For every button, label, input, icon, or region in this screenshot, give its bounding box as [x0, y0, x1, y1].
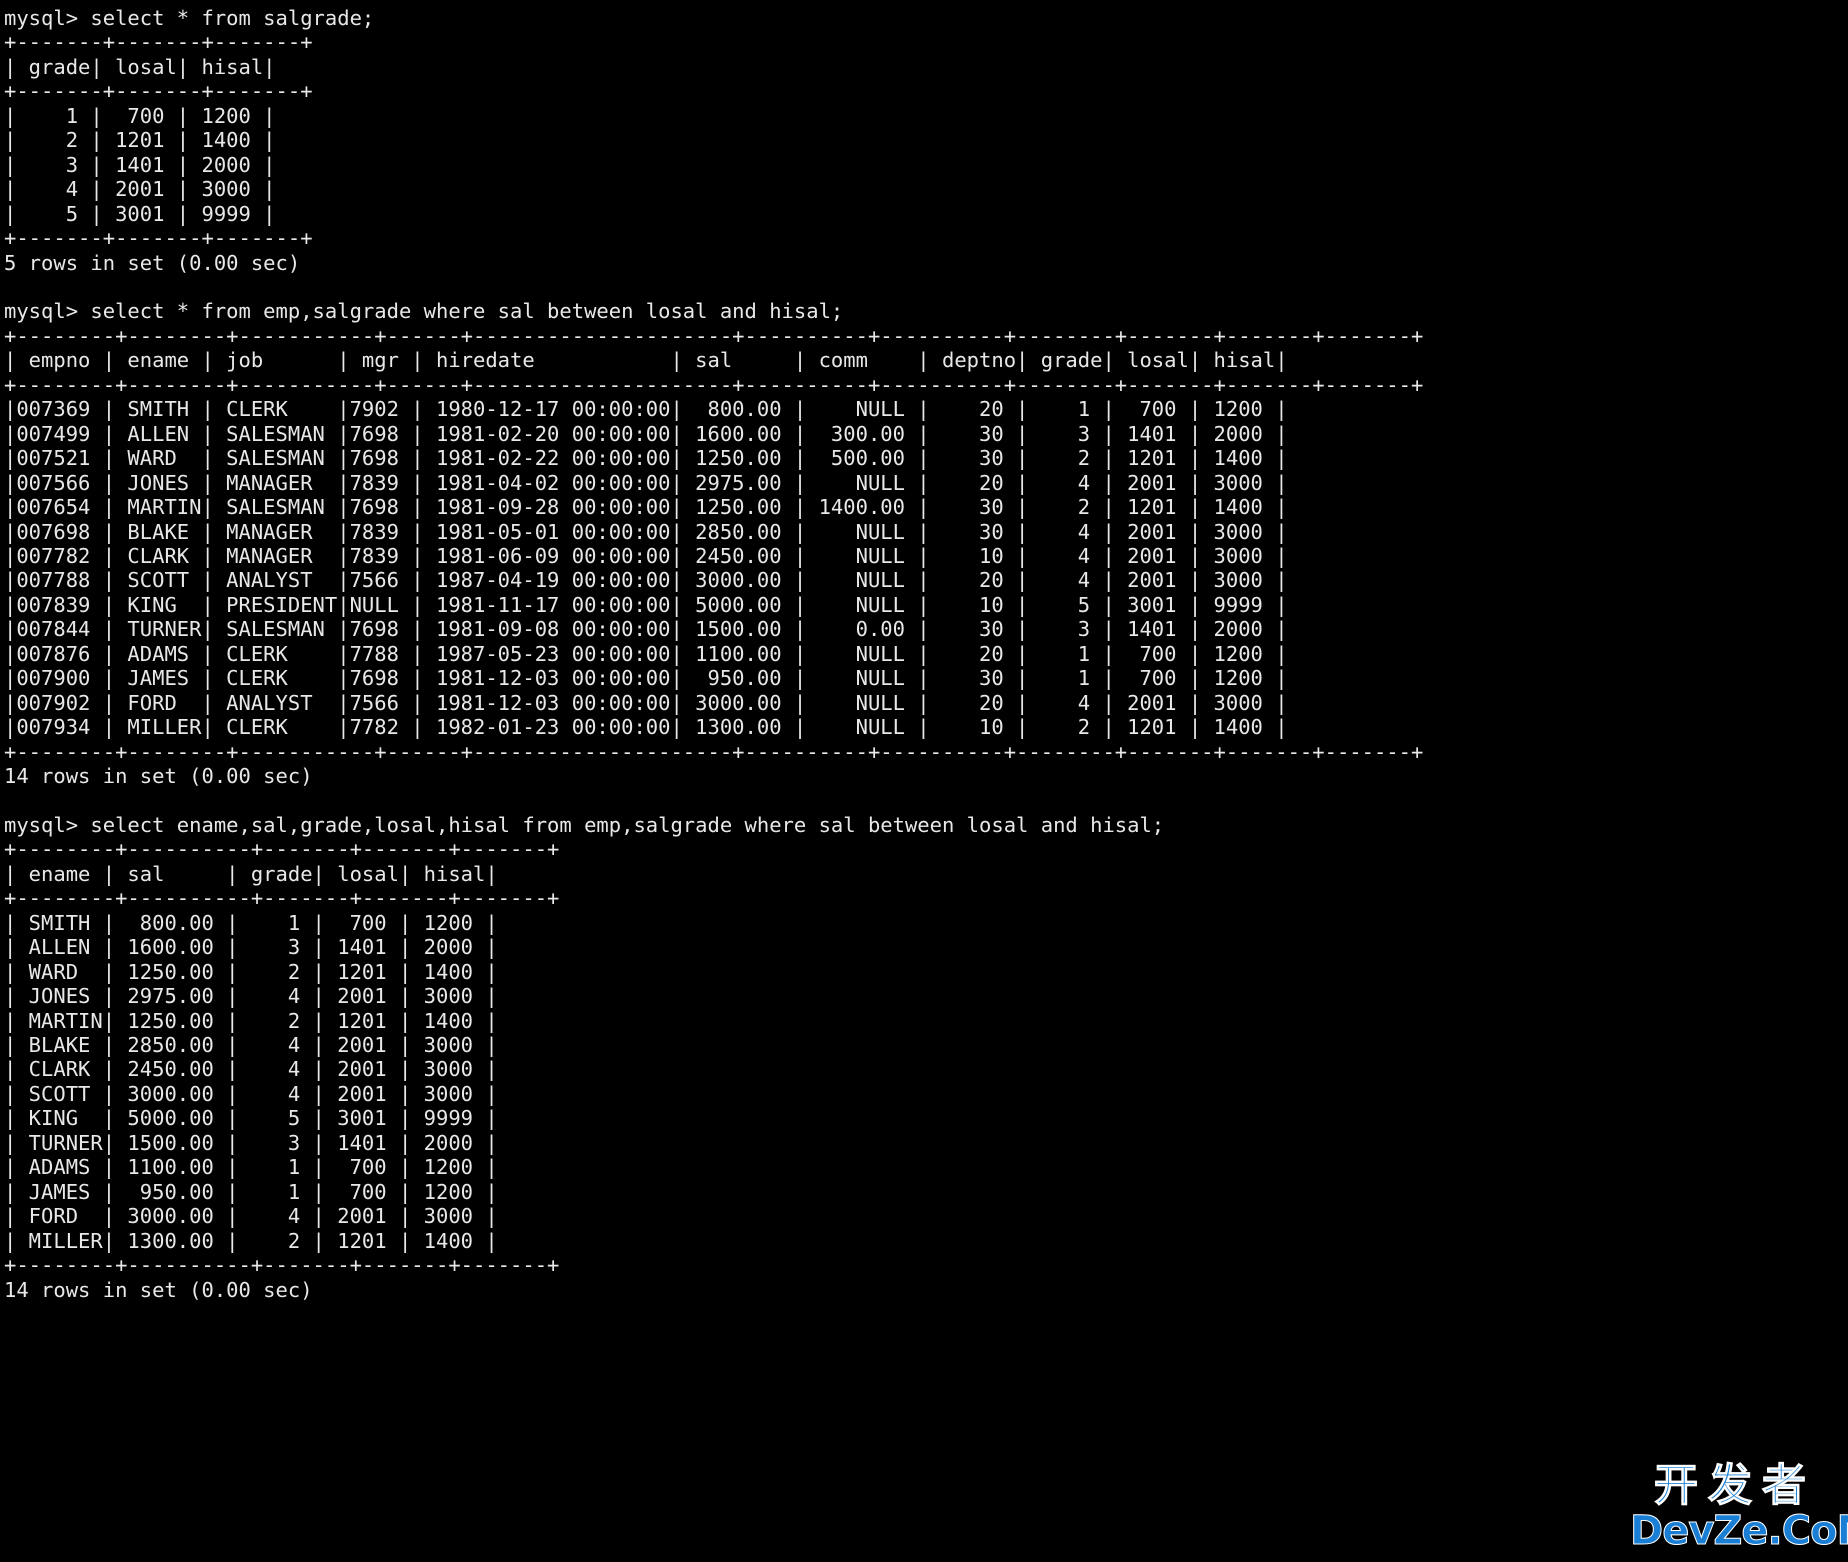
table-rule: +--------+----------+-------+-------+---… [4, 886, 560, 911]
table-row: | FORD | 3000.00 | 4 | 2001 | 3000 | [4, 1204, 498, 1229]
terminal-output: mysql> select * from salgrade; +-------+-… [0, 0, 1848, 1562]
table-row: |007499 | ALLEN | SALESMAN |7698 | 1981-… [4, 421, 1288, 446]
table-row: | ALLEN | 1600.00 | 3 | 1401 | 2000 | [4, 935, 498, 960]
table-row: | MARTIN| 1250.00 | 2 | 1201 | 1400 | [4, 1008, 498, 1033]
result-footer: 5 rows in set (0.00 sec) [4, 250, 301, 275]
table-row: |007698 | BLAKE | MANAGER |7839 | 1981-0… [4, 519, 1288, 544]
table-row: | 1 | 700 | 1200 | [4, 103, 276, 128]
table-header-row: | empno | ename | job | mgr | hiredate |… [4, 348, 1288, 373]
table-row: |007566 | JONES | MANAGER |7839 | 1981-0… [4, 470, 1288, 495]
table-header-row: | ename | sal | grade| losal| hisal| [4, 861, 498, 886]
table-row: |007369 | SMITH | CLERK |7902 | 1980-12-… [4, 397, 1288, 422]
table-row: | ADAMS | 1100.00 | 1 | 700 | 1200 | [4, 1155, 498, 1180]
table-row: | 5 | 3001 | 9999 | [4, 201, 276, 226]
table-rule: +--------+--------+-----------+------+--… [4, 372, 1424, 397]
table-header-row: | grade| losal| hisal| [4, 54, 276, 79]
table-row: |007521 | WARD | SALESMAN |7698 | 1981-0… [4, 446, 1288, 471]
table-rule: +-------+-------+-------+ [4, 79, 313, 104]
table-row: |007844 | TURNER| SALESMAN |7698 | 1981-… [4, 617, 1288, 642]
table-row: |007654 | MARTIN| SALESMAN |7698 | 1981-… [4, 495, 1288, 520]
table-rule: +--------+----------+-------+-------+---… [4, 1253, 560, 1278]
table-rule: +--------+----------+-------+-------+---… [4, 837, 560, 862]
table-row: | 4 | 2001 | 3000 | [4, 177, 276, 202]
table-row: | SMITH | 800.00 | 1 | 700 | 1200 | [4, 910, 498, 935]
table-row: |007788 | SCOTT | ANALYST |7566 | 1987-0… [4, 568, 1288, 593]
table-row: | KING | 5000.00 | 5 | 3001 | 9999 | [4, 1106, 498, 1131]
table-rule: +--------+--------+-----------+------+--… [4, 323, 1424, 348]
command-line: mysql> select ename,sal,grade,losal,hisa… [4, 812, 1165, 837]
table-row: |007782 | CLARK | MANAGER |7839 | 1981-0… [4, 543, 1288, 568]
table-row: | BLAKE | 2850.00 | 4 | 2001 | 3000 | [4, 1033, 498, 1058]
table-row: | 2 | 1201 | 1400 | [4, 128, 276, 153]
table-rule: +-------+-------+-------+ [4, 226, 313, 251]
table-row: |007902 | FORD | ANALYST |7566 | 1981-12… [4, 690, 1288, 715]
command-line: mysql> select * from salgrade; [4, 6, 375, 30]
table-row: |007900 | JAMES | CLERK |7698 | 1981-12-… [4, 666, 1288, 691]
table-row: | TURNER| 1500.00 | 3 | 1401 | 2000 | [4, 1130, 498, 1155]
table-row: |007934 | MILLER| CLERK |7782 | 1982-01-… [4, 715, 1288, 740]
table-row: | SCOTT | 3000.00 | 4 | 2001 | 3000 | [4, 1081, 498, 1106]
table-rule: +--------+--------+-----------+------+--… [4, 739, 1424, 764]
table-row: | WARD | 1250.00 | 2 | 1201 | 1400 | [4, 959, 498, 984]
table-row: |007876 | ADAMS | CLERK |7788 | 1987-05-… [4, 641, 1288, 666]
command-line: mysql> select * from emp,salgrade where … [4, 299, 844, 324]
table-row: | 3 | 1401 | 2000 | [4, 152, 276, 177]
table-rule: +-------+-------+-------+ [4, 30, 313, 55]
table-row: | MILLER| 1300.00 | 2 | 1201 | 1400 | [4, 1228, 498, 1253]
table-row: | JONES | 2975.00 | 4 | 2001 | 3000 | [4, 984, 498, 1009]
table-row: | JAMES | 950.00 | 1 | 700 | 1200 | [4, 1179, 498, 1204]
table-row: |007839 | KING | PRESIDENT|NULL | 1981-1… [4, 592, 1288, 617]
result-footer: 14 rows in set (0.00 sec) [4, 764, 313, 789]
table-row: | CLARK | 2450.00 | 4 | 2001 | 3000 | [4, 1057, 498, 1082]
result-footer: 14 rows in set (0.00 sec) [4, 1277, 313, 1302]
